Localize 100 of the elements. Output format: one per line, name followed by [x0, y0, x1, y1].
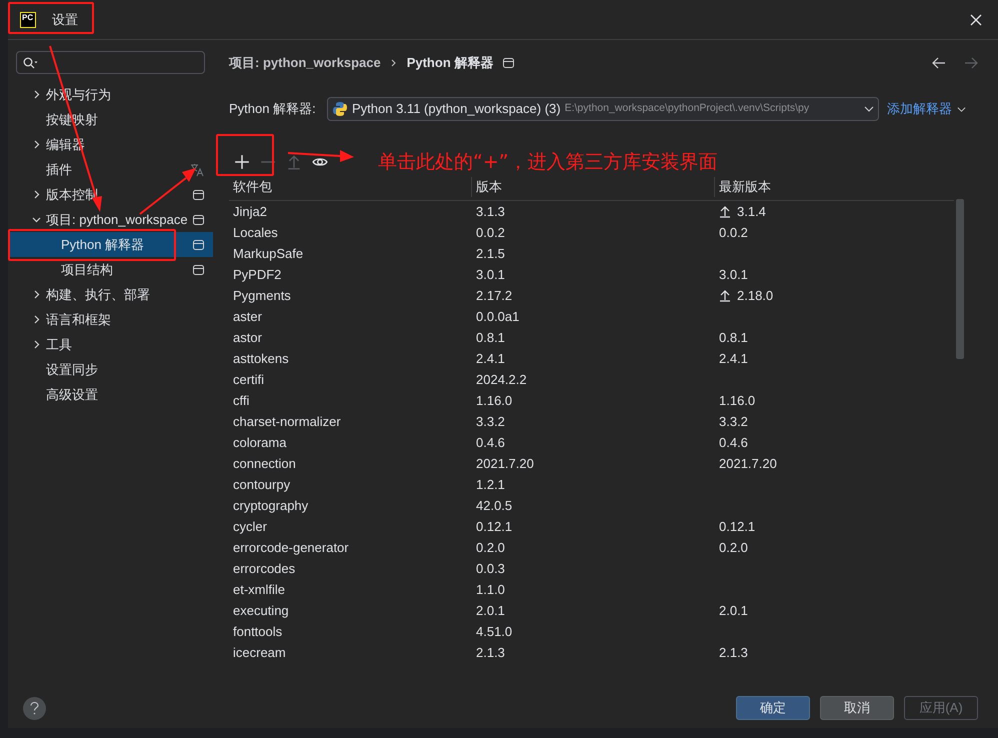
package-name: fonttools — [232, 622, 284, 641]
interpreter-name: Python 3.11 (python_workspace) (3) — [352, 100, 561, 118]
breadcrumb-item[interactable]: 项目: python_workspace — [229, 53, 381, 73]
package-version: 0.0.3 — [475, 560, 506, 578]
sidebar-item[interactable]: 工具 — [8, 332, 213, 357]
sidebar-item[interactable]: 构建、执行、部署 — [8, 282, 213, 307]
latest-version: 3.1.4 — [737, 202, 766, 221]
scope-icon — [193, 214, 204, 224]
translate-icon — [190, 162, 204, 176]
add-interpreter-link[interactable]: 添加解释器 — [887, 99, 966, 119]
latest-version: 1.16.0 — [719, 392, 756, 410]
scope-icon — [193, 240, 204, 250]
dialog-button[interactable]: 取消 — [820, 696, 894, 720]
window-title: 设置 — [52, 10, 78, 29]
package-version: 4.51.0 — [475, 622, 514, 641]
package-version: 3.0.1 — [475, 266, 506, 284]
chevron-right-icon[interactable] — [32, 340, 41, 349]
latest-version: 0.12.1 — [719, 518, 756, 536]
package-name: icecream — [232, 644, 287, 662]
highlight-frame — [216, 134, 274, 176]
add-icon[interactable] — [234, 154, 250, 170]
column-header[interactable]: 最新版本 — [715, 177, 954, 196]
help-button[interactable] — [23, 697, 46, 720]
latest-version: 3.0.1 — [719, 266, 748, 284]
package-name: cffi — [232, 392, 250, 410]
annotation-arrow — [139, 168, 196, 215]
search-field[interactable] — [16, 51, 205, 74]
package-version: 0.4.6 — [475, 434, 506, 452]
sidebar-item[interactable]: Python 解释器 — [8, 232, 213, 257]
sidebar-item[interactable]: 项目: python_workspace — [8, 207, 213, 232]
package-version: 0.0.0a1 — [475, 308, 520, 326]
upgrade-arrow-icon — [719, 289, 731, 302]
package-name: cryptography — [232, 496, 310, 515]
latest-version: 2.0.1 — [719, 602, 748, 620]
package-version: 0.0.2 — [475, 224, 506, 242]
search-icon — [23, 56, 39, 68]
package-name: contourpy — [232, 476, 292, 494]
package-version: 2.1.5 — [475, 244, 506, 263]
scope-icon — [193, 190, 204, 200]
package-version: 3.3.2 — [475, 412, 506, 431]
chevron-down-icon — [864, 104, 874, 114]
interpreter-path: E:\python_workspace\pythonProject\.venv\Scripts\py — [564, 101, 810, 116]
package-version: 2.0.1 — [475, 602, 506, 620]
sidebar-item[interactable]: 插件 — [8, 157, 213, 182]
package-name: certifi — [232, 370, 266, 389]
package-name: MarkupSafe — [232, 244, 304, 263]
chevron-right-icon[interactable] — [32, 290, 41, 299]
interpreter-dropdown[interactable]: Python 3.11 (python_workspace) (3) E:\python_workspace\pythonProject\.venv\Scripts\py — [327, 97, 879, 121]
package-version: 42.0.5 — [475, 496, 514, 515]
latest-version: 0.2.0 — [719, 538, 748, 557]
help-icon — [30, 702, 39, 715]
package-version: 2.17.2 — [475, 286, 514, 305]
back-arrow-icon[interactable] — [932, 57, 946, 69]
package-version: 0.12.1 — [475, 518, 514, 536]
column-header[interactable]: 版本 — [472, 177, 715, 196]
package-name: charset-normalizer — [232, 412, 342, 431]
sidebar-item[interactable]: 高级设置 — [8, 382, 213, 407]
package-version: 2021.7.20 — [475, 454, 535, 473]
ok-button[interactable]: 确定 — [736, 696, 810, 720]
chevron-right-icon[interactable] — [32, 140, 41, 149]
package-name: asttokens — [232, 350, 290, 368]
package-version: 1.2.1 — [475, 476, 506, 494]
chevron-right-icon[interactable] — [32, 315, 41, 324]
package-name: executing — [232, 602, 290, 620]
breadcrumb-item: Python 解释器 — [406, 54, 494, 72]
package-version: 0.8.1 — [475, 328, 506, 347]
python-logo-icon — [332, 101, 348, 117]
package-name: Pygments — [232, 286, 292, 305]
scope-icon — [503, 58, 514, 68]
package-name: astor — [232, 328, 263, 347]
package-name: Locales — [232, 224, 279, 242]
app-logo: PC — [20, 12, 36, 28]
latest-version: 2.4.1 — [719, 350, 748, 368]
package-name: PyPDF2 — [232, 266, 282, 284]
latest-version: 2021.7.20 — [719, 454, 777, 473]
package-version: 2.1.3 — [475, 644, 506, 662]
latest-version: 2.18.0 — [737, 286, 774, 305]
sidebar-item[interactable]: 项目结构 — [8, 257, 213, 282]
package-version: 2024.2.2 — [475, 370, 528, 389]
package-name: et-xmlfile — [232, 580, 286, 599]
chevron-down-icon — [957, 104, 966, 114]
column-header[interactable]: 软件包 — [229, 177, 472, 196]
forward-arrow-icon[interactable] — [964, 57, 978, 69]
annotation-arrow — [288, 150, 354, 162]
latest-version: 0.8.1 — [719, 328, 748, 347]
sidebar-item[interactable]: 设置同步 — [8, 357, 213, 382]
chevron-down-icon[interactable] — [32, 215, 41, 224]
sidebar-item[interactable]: 语言和框架 — [8, 307, 213, 332]
close-icon[interactable] — [970, 14, 982, 26]
package-name: errorcodes — [232, 560, 296, 578]
chevron-right-icon — [390, 59, 397, 67]
package-version: 0.2.0 — [475, 538, 506, 557]
scope-icon — [193, 264, 204, 274]
chevron-right-icon[interactable] — [32, 190, 41, 199]
package-name: errorcode-generator — [232, 538, 350, 557]
package-name: Jinja2 — [232, 202, 268, 221]
package-name: aster — [232, 308, 263, 326]
scrollbar[interactable] — [956, 199, 964, 359]
chevron-right-icon[interactable] — [32, 90, 41, 99]
latest-version: 2.1.3 — [719, 644, 748, 662]
